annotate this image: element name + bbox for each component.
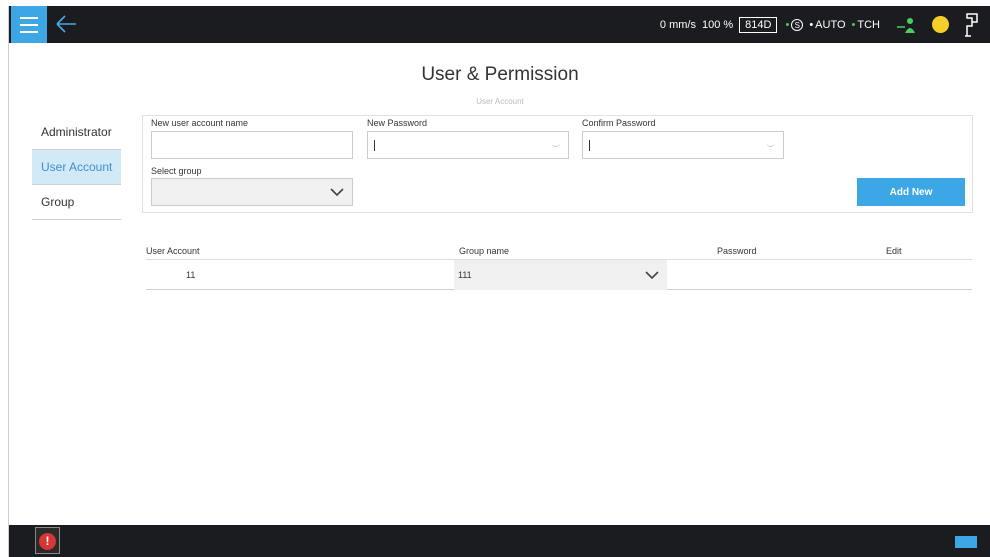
top-bar: 0 mm/s 100 % 814D • S • AUTO • TCH [9,6,990,43]
page-title: User & Permission [421,64,579,85]
chevron-down-icon [330,188,344,197]
hamburger-line [20,17,38,19]
speed-readout: 0 mm/s [659,18,696,31]
status-dot: • [809,18,814,31]
alarm-button[interactable]: ! [35,527,60,554]
cell-user-account: 11 [186,270,196,280]
column-header-password: Password [717,246,757,256]
back-arrow-icon[interactable] [51,9,81,39]
tch-label: TCH [857,18,880,31]
tch-status: • TCH [852,19,880,31]
menu-button[interactable] [11,6,47,43]
status-dot: • [851,18,856,31]
add-new-button[interactable]: Add New [857,178,965,206]
override-readout: 100 % [701,18,734,31]
hamburger-line [20,24,38,26]
app-window: 0 mm/s 100 % 814D • S • AUTO • TCH User … [8,6,990,557]
keyboard-icon[interactable] [955,536,977,548]
cell-group-name: 111 [458,270,472,280]
select-group-label: Select group [151,166,202,176]
new-user-name-field[interactable] [151,131,353,159]
column-header-edit: Edit [886,246,902,256]
text-caret [589,140,590,151]
bottom-bar: ! [9,525,990,557]
mode-code-badge: 814D [739,16,778,33]
new-user-form: New user account name New Password Confi… [142,115,973,213]
alarm-icon: ! [39,533,56,550]
user-login-icon[interactable] [896,15,918,35]
column-header-group-name: Group name [459,246,510,256]
status-dot: • [785,18,790,31]
robot-arm-icon[interactable] [963,12,981,38]
sidebar-item-administrator[interactable]: Administrator [32,115,121,150]
safety-s-icon: S [791,18,804,31]
auto-mode-status: • AUTO [809,19,845,31]
new-password-label: New Password [367,118,428,128]
chevron-down-icon [645,271,659,280]
safety-status: • S [785,18,804,31]
select-group-dropdown[interactable] [151,178,353,206]
sidebar: Administrator User Account Group [32,115,121,220]
new-password-field[interactable] [367,131,569,159]
confirm-password-label: Confirm Password [582,118,656,128]
status-lamp-icon [932,16,949,33]
group-select-dropdown[interactable]: 111 [454,260,667,290]
show-password-icon[interactable] [551,142,560,147]
new-user-name-label: New user account name [151,118,249,128]
page-subtitle: User Account [476,97,524,106]
confirm-password-field[interactable] [582,131,784,159]
sidebar-item-group[interactable]: Group [32,185,121,220]
hamburger-line [20,31,38,33]
sidebar-item-user-account[interactable]: User Account [32,150,121,185]
column-header-user-account: User Account [146,246,200,256]
show-password-icon[interactable] [766,142,775,147]
auto-label: AUTO [815,18,846,31]
text-caret [374,140,375,151]
table-row: 11 111 [146,260,972,290]
status-bar: 0 mm/s 100 % 814D • S • AUTO • TCH [660,6,990,43]
